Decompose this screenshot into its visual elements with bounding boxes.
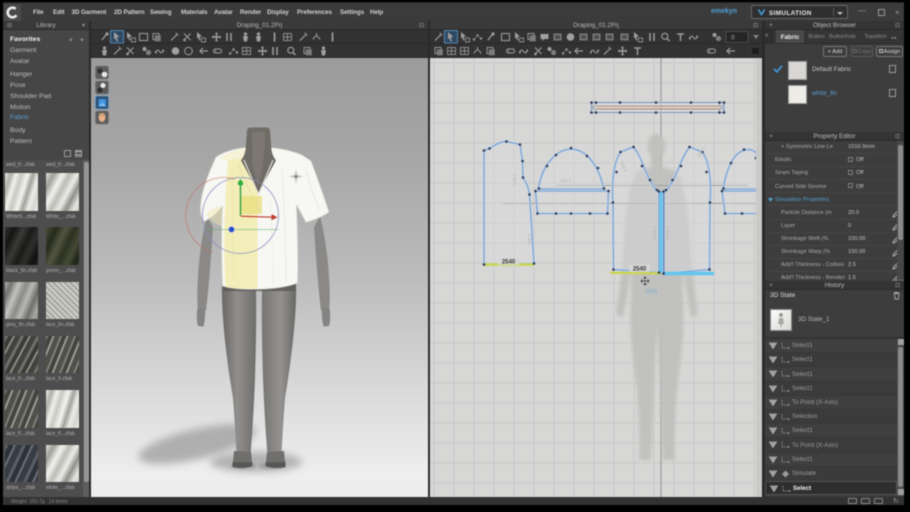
svg-text:0: 0: [731, 35, 735, 42]
svg-text:508.2: 508.2: [527, 233, 532, 245]
svg-text:1088.4: 1088.4: [665, 226, 670, 240]
svg-text:5060: 5060: [646, 289, 657, 295]
svg-text:549.1: 549.1: [512, 173, 517, 185]
svg-text:1088.4: 1088.4: [652, 226, 657, 240]
svg-text:2540: 2540: [502, 260, 516, 266]
svg-text:2540: 2540: [633, 267, 647, 273]
svg-text:362.4: 362.4: [560, 178, 572, 183]
